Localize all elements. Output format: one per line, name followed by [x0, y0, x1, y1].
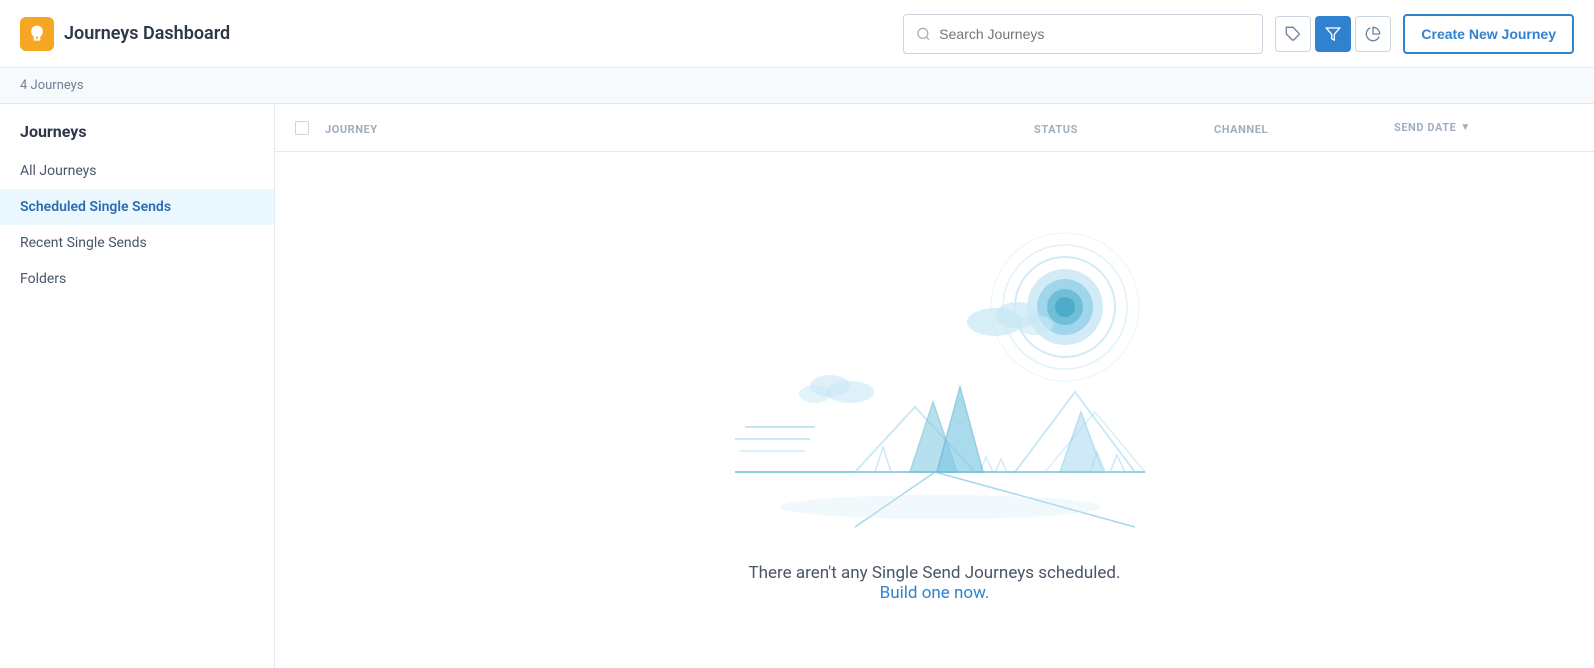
select-all-checkbox[interactable]: [295, 121, 309, 135]
empty-illustration: [675, 217, 1195, 547]
sidebar-item-scheduled-single-sends[interactable]: Scheduled Single Sends: [0, 189, 274, 225]
filter-icon: [1325, 26, 1341, 42]
header: Journeys Dashboard Create New Journey: [0, 0, 1594, 68]
checkbox-col: [295, 121, 325, 135]
logo-icon: [20, 17, 54, 51]
status-col-header: STATUS: [1034, 118, 1214, 137]
filter-button[interactable]: [1315, 16, 1351, 52]
search-icon: [916, 26, 931, 42]
main-content: JOURNEY STATUS CHANNEL SEND DATE ▼: [275, 104, 1594, 668]
sidebar-item-all-journeys[interactable]: All Journeys: [0, 153, 274, 189]
chart-button[interactable]: [1355, 16, 1391, 52]
sort-arrow-icon: ▼: [1460, 122, 1470, 133]
empty-message: There aren't any Single Send Journeys sc…: [749, 563, 1121, 603]
sidebar-heading: Journeys: [0, 104, 274, 153]
senddate-col-header[interactable]: SEND DATE ▼: [1394, 121, 1574, 134]
tag-icon: [1285, 26, 1301, 42]
empty-state: There aren't any Single Send Journeys sc…: [275, 152, 1594, 668]
sidebar-item-folders[interactable]: Folders: [0, 261, 274, 297]
sidebar: Journeys All Journeys Scheduled Single S…: [0, 104, 275, 668]
journey-col-header: JOURNEY: [325, 118, 1034, 137]
app-title: Journeys Dashboard: [64, 23, 230, 44]
pie-icon: [1365, 26, 1381, 42]
create-journey-button[interactable]: Create New Journey: [1403, 14, 1574, 54]
sub-header: 4 Journeys: [0, 68, 1594, 104]
journey-count: 4 Journeys: [20, 78, 84, 93]
logo-svg: [27, 24, 47, 44]
logo-area: Journeys Dashboard: [20, 17, 230, 51]
main-layout: Journeys All Journeys Scheduled Single S…: [0, 104, 1594, 668]
empty-text: There aren't any Single Send Journeys sc…: [749, 563, 1121, 583]
search-bar[interactable]: [903, 14, 1263, 54]
table-header: JOURNEY STATUS CHANNEL SEND DATE ▼: [275, 104, 1594, 152]
tag-filter-button[interactable]: [1275, 16, 1311, 52]
header-actions: [1275, 16, 1391, 52]
sidebar-item-recent-single-sends[interactable]: Recent Single Sends: [0, 225, 274, 261]
search-input[interactable]: [939, 26, 1250, 42]
build-now-link[interactable]: Build one now.: [880, 583, 990, 603]
channel-col-header: CHANNEL: [1214, 118, 1394, 137]
